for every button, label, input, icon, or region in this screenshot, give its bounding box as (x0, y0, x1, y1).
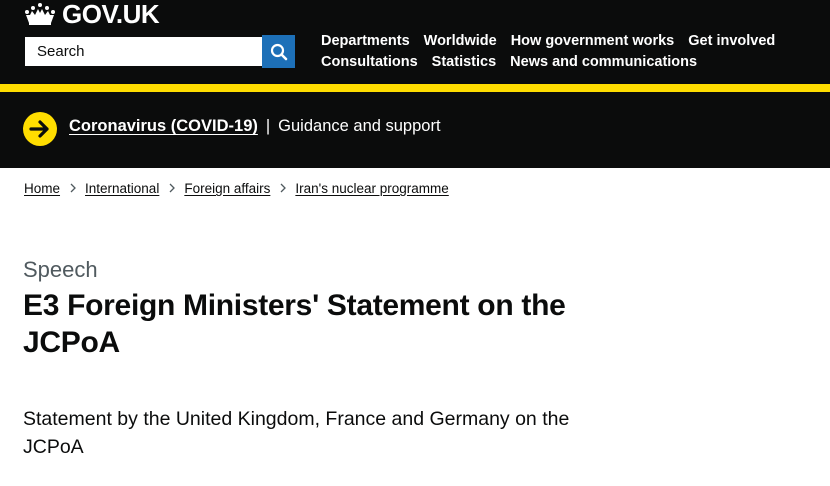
banner-separator: | (265, 117, 271, 135)
breadcrumb-home[interactable]: Home (24, 181, 60, 196)
nav-link-news-and-communications[interactable]: News and communications (510, 54, 697, 70)
chevron-right-icon (169, 181, 176, 196)
nav-link-departments[interactable]: Departments (321, 33, 410, 49)
search-icon (270, 43, 287, 60)
nav-link-get-involved[interactable]: Get involved (688, 33, 775, 49)
crown-icon (25, 3, 55, 25)
page-summary: Statement by the United Kingdom, France … (23, 408, 570, 458)
search-button[interactable] (262, 35, 295, 68)
covid-link[interactable]: Coronavirus (COVID-19) (69, 117, 258, 136)
logo-text: GOV.UK (62, 0, 160, 29)
nav-link-statistics[interactable]: Statistics (432, 54, 496, 70)
breadcrumb-international[interactable]: International (85, 181, 159, 196)
nav-link-how-government-works[interactable]: How government works (511, 33, 675, 49)
breadcrumb-irans-nuclear-programme[interactable]: Iran's nuclear programme (295, 181, 448, 196)
breadcrumb: Home International Foreign affairs Iran'… (24, 181, 449, 196)
breadcrumb-foreign-affairs[interactable]: Foreign affairs (184, 181, 270, 196)
search-form (23, 35, 295, 68)
chevron-right-icon (280, 181, 287, 196)
nav-link-consultations[interactable]: Consultations (321, 54, 418, 70)
banner-subtext: Guidance and support (278, 117, 441, 135)
main-navigation: Departments Worldwide How government wor… (321, 31, 821, 73)
nav-link-worldwide[interactable]: Worldwide (424, 33, 497, 49)
covid-banner: Coronavirus (COVID-19) | Guidance and su… (0, 92, 830, 168)
header-yellow-bar (0, 84, 830, 92)
banner-text: Coronavirus (COVID-19) | Guidance and su… (69, 117, 441, 136)
page-title: E3 Foreign Ministers' Statement on the J… (23, 289, 566, 359)
chevron-right-icon (70, 181, 76, 196)
site-header: GOV.UK Departments Worldwide How governm… (0, 0, 830, 84)
document-type-caption: Speech (23, 257, 98, 282)
search-input[interactable] (23, 35, 262, 68)
arrow-right-icon (23, 112, 57, 146)
govuk-logo-link[interactable]: GOV.UK (23, 0, 160, 29)
